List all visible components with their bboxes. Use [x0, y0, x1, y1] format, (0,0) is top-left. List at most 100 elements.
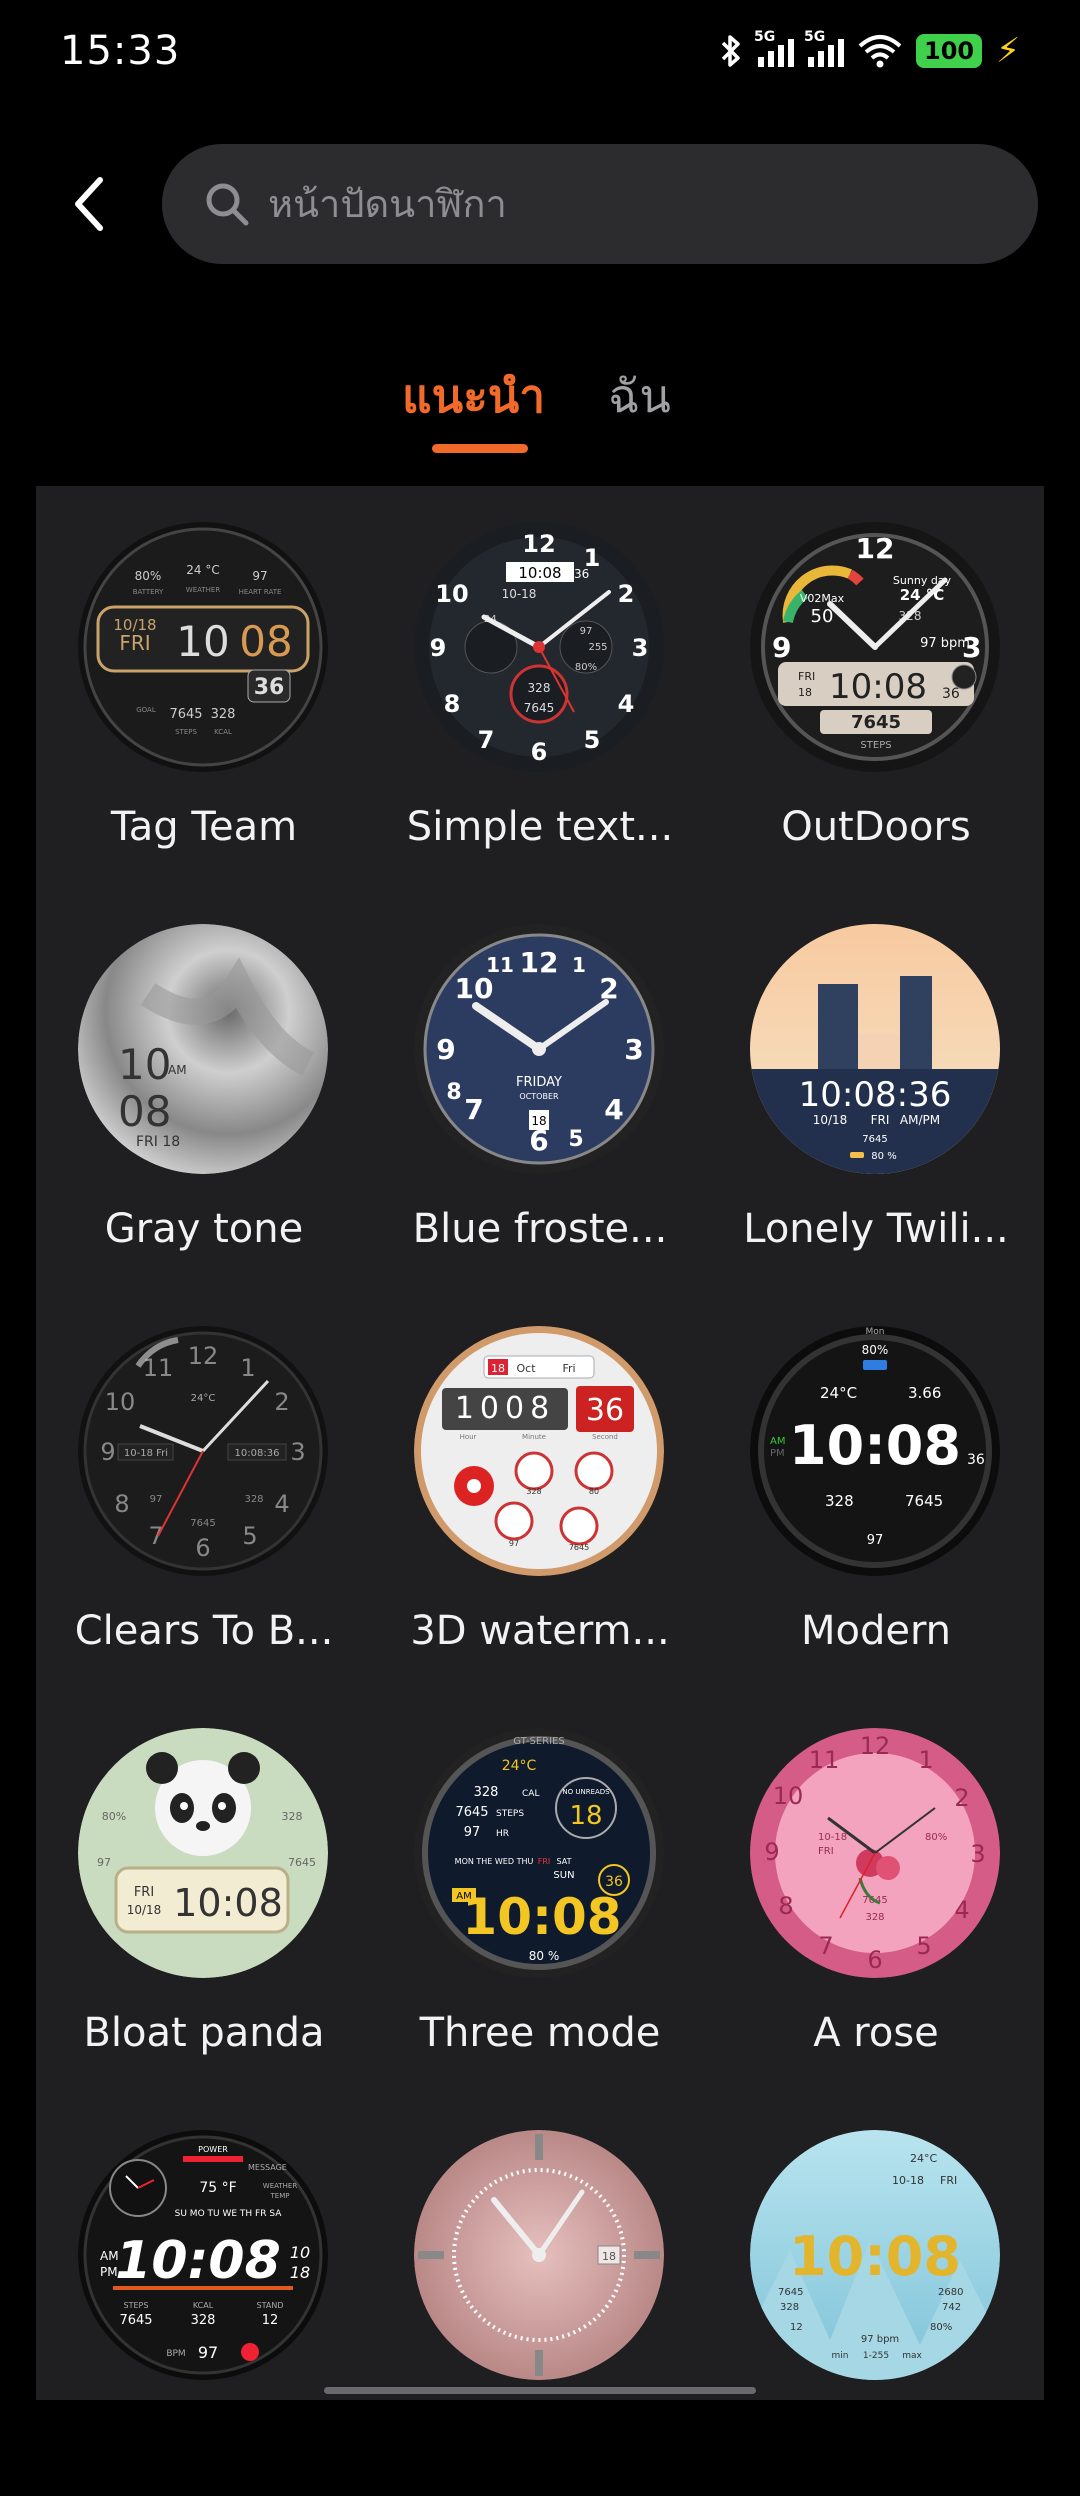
- svg-text:HR: HR: [496, 1829, 509, 1839]
- svg-text:6: 6: [195, 1534, 210, 1562]
- watch-face-card[interactable]: 12 3 6 9 1245 7 8 10 11 24°C 10-18 Fri 10:08:3…: [36, 1290, 372, 1692]
- svg-text:80%: 80%: [575, 662, 597, 673]
- svg-text:MESSAGE: MESSAGE: [248, 2163, 287, 2172]
- watch-face-card[interactable]: 10 AM 08 FRI 18 Gray tone: [36, 888, 372, 1290]
- svg-text:24°C: 24°C: [502, 1758, 537, 1774]
- svg-text:FRI: FRI: [818, 1846, 834, 1857]
- svg-text:STEPS: STEPS: [496, 1809, 524, 1819]
- svg-text:24°C: 24°C: [910, 2152, 937, 2165]
- tab-mine[interactable]: ฉัน: [608, 360, 671, 433]
- svg-text:STAND: STAND: [257, 2301, 284, 2310]
- svg-text:max: max: [902, 2351, 922, 2361]
- watch-face-card[interactable]: Mon 80% 24°C 3.66 AM PM 10:08 36 328 764…: [708, 1290, 1044, 1692]
- tab-recommended[interactable]: แนะนำ: [402, 360, 545, 433]
- svg-text:2680: 2680: [938, 2287, 963, 2298]
- watch-face-card[interactable]: 12 9 3 V02Max 50 Sunny day 24 °C 328 97 …: [708, 486, 1044, 888]
- svg-text:80%: 80%: [862, 1343, 889, 1357]
- svg-text:24°C: 24°C: [191, 1393, 216, 1404]
- svg-text:WEATHER: WEATHER: [263, 2182, 298, 2190]
- svg-text:3: 3: [632, 634, 649, 662]
- svg-text:328: 328: [528, 681, 551, 695]
- svg-text:5: 5: [916, 1932, 931, 1960]
- svg-text:1008: 1008: [455, 1391, 555, 1426]
- svg-text:FRI: FRI: [134, 1885, 154, 1900]
- svg-text:3.66: 3.66: [908, 1384, 941, 1402]
- watch-face-name: Blue froste...: [412, 1206, 668, 1252]
- watch-face-name: Gray tone: [104, 1206, 304, 1252]
- svg-text:18: 18: [531, 1114, 546, 1128]
- watch-face-card[interactable]: GT-SERIES 24°C 328 CAL 7645 STEPS 97 HR …: [372, 1692, 708, 2094]
- watch-face-card[interactable]: 18: [372, 2094, 708, 2496]
- svg-text:FRI: FRI: [798, 670, 815, 683]
- svg-text:AM/PM: AM/PM: [900, 1113, 940, 1127]
- watch-face-preview: POWER MESSAGE 75 °F WEATHER TEMP SU MO T…: [78, 2130, 328, 2380]
- svg-text:10:08:36: 10:08:36: [799, 1075, 952, 1115]
- svg-text:12: 12: [262, 2313, 279, 2328]
- svg-text:18: 18: [798, 686, 812, 699]
- svg-text:12: 12: [856, 532, 895, 565]
- svg-text:5: 5: [242, 1522, 257, 1550]
- svg-text:FRI: FRI: [119, 631, 150, 655]
- svg-text:97: 97: [252, 569, 267, 583]
- svg-text:10:08: 10:08: [518, 564, 561, 582]
- svg-text:GOAL: GOAL: [136, 706, 156, 714]
- svg-text:7645: 7645: [862, 1134, 887, 1145]
- watch-face-name: OutDoors: [781, 804, 971, 850]
- svg-text:9: 9: [430, 634, 447, 662]
- svg-text:SU MO TU WE TH FR SA: SU MO TU WE TH FR SA: [175, 2209, 283, 2219]
- watch-face-card[interactable]: 12 1 2 3 4567 8 9 10 11 10-18 FRI 80% 7645 328…: [708, 1692, 1044, 2094]
- svg-text:7645: 7645: [119, 2313, 152, 2328]
- svg-text:36: 36: [586, 1393, 624, 1428]
- svg-text:HEART RATE: HEART RATE: [239, 588, 282, 596]
- svg-text:97 bpm: 97 bpm: [920, 636, 970, 651]
- watch-face-card[interactable]: POWER MESSAGE 75 °F WEATHER TEMP SU MO T…: [36, 2094, 372, 2496]
- watch-face-card[interactable]: 12123 4567 8910 10:08 36 10-18 24 97 255…: [372, 486, 708, 888]
- svg-text:7645: 7645: [169, 707, 202, 722]
- svg-text:GT-SERIES: GT-SERIES: [513, 1736, 564, 1747]
- watch-face-card[interactable]: 10/18 FRI 10 08 36 80% 24 °C 97 BATTERY …: [36, 486, 372, 888]
- search-bar[interactable]: [162, 144, 1038, 264]
- svg-text:POWER: POWER: [198, 2145, 228, 2154]
- home-indicator[interactable]: [324, 2387, 756, 2394]
- svg-text:10/18: 10/18: [127, 1903, 162, 1917]
- watch-face-card[interactable]: 10:08:36 10/18 FRI AM/PM 7645 80 % Lonel…: [708, 888, 1044, 1290]
- svg-text:SUN: SUN: [553, 1870, 574, 1881]
- watch-face-name: Three mode: [419, 2010, 661, 2056]
- battery-icon: 100: [916, 34, 983, 68]
- svg-text:KCAL: KCAL: [193, 2301, 214, 2310]
- search-input[interactable]: [266, 181, 970, 227]
- signal-icon: 5G: [754, 29, 795, 67]
- svg-text:328: 328: [474, 1785, 499, 1800]
- svg-text:328: 328: [282, 1810, 303, 1823]
- svg-text:328: 328: [825, 1492, 854, 1510]
- watch-face-card[interactable]: FRI 10/18 10:08 80% 328 97 7645 Bloat pa…: [36, 1692, 372, 2094]
- watch-face-name: Tag Team: [110, 804, 298, 850]
- svg-text:10-18 Fri: 10-18 Fri: [124, 1448, 168, 1459]
- watch-face-card[interactable]: 24°C 10-18 FRI 10:08 7645 328 2680 742 1…: [708, 2094, 1044, 2496]
- svg-text:10:08: 10:08: [829, 667, 927, 707]
- svg-text:75 °F: 75 °F: [199, 2180, 236, 2196]
- svg-text:5: 5: [568, 1127, 583, 1152]
- svg-text:7645: 7645: [851, 712, 901, 733]
- svg-text:7: 7: [148, 1522, 163, 1550]
- svg-text:4: 4: [604, 1093, 623, 1126]
- watch-face-name: 3D waterm...: [410, 1608, 670, 1654]
- svg-text:11: 11: [486, 953, 514, 977]
- svg-text:36: 36: [574, 567, 589, 581]
- svg-text:10/18: 10/18: [813, 1113, 848, 1127]
- watch-face-card[interactable]: 12 3 6 9 10 2 4 7 11 1 5 8 FRIDAY OCTOBER 18 Blue…: [372, 888, 708, 1290]
- svg-text:10: 10: [290, 2243, 310, 2262]
- svg-text:WEATHER: WEATHER: [186, 586, 221, 594]
- svg-text:24 °C: 24 °C: [186, 563, 219, 577]
- svg-text:OCTOBER: OCTOBER: [519, 1092, 559, 1101]
- watch-face-preview: 12 9 3 V02Max 50 Sunny day 24 °C 328 97 …: [750, 522, 1000, 772]
- watch-face-preview: 18: [414, 2130, 664, 2380]
- svg-text:9: 9: [100, 1438, 115, 1466]
- watch-face-card[interactable]: 18 Oct Fri 1008 36 Hour Minute Second 32…: [372, 1290, 708, 1692]
- svg-text:97 bpm: 97 bpm: [861, 2334, 899, 2345]
- back-button[interactable]: [62, 170, 122, 238]
- svg-text:10: 10: [118, 1040, 171, 1089]
- svg-text:97: 97: [580, 626, 593, 637]
- svg-text:AM: AM: [770, 1436, 785, 1447]
- watch-face-preview: 18 Oct Fri 1008 36 Hour Minute Second 32…: [414, 1326, 664, 1576]
